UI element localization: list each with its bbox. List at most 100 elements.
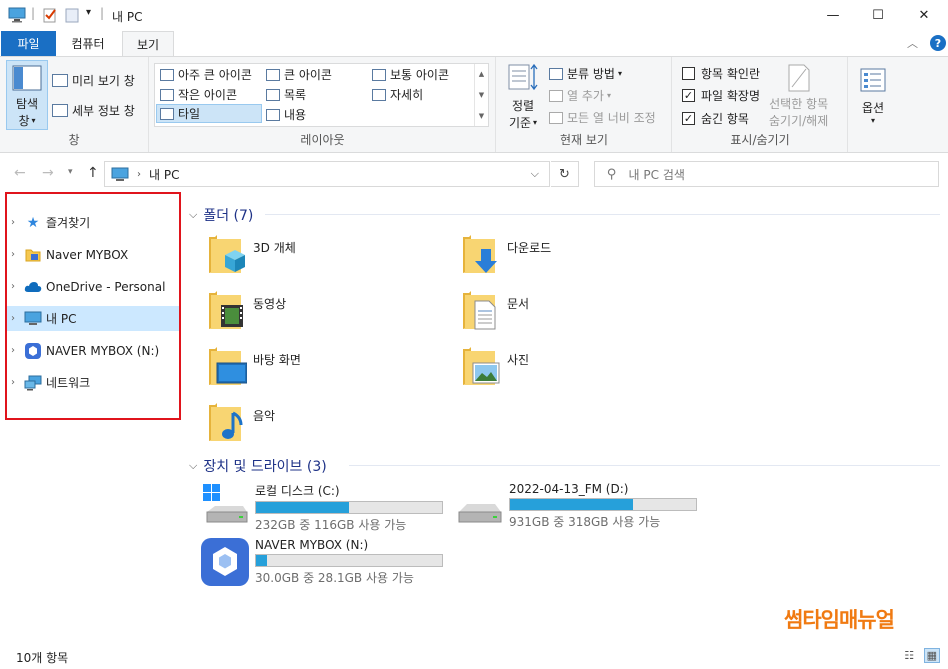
size-columns-icon [549,111,563,124]
chevron-right-icon[interactable]: › [6,249,20,260]
layout-scroll[interactable]: ▲ ▼ ▼ [474,64,488,126]
view-toggles: ☷ ▦ [904,648,940,663]
layout-large-icons[interactable]: 큰 아이콘 [263,65,335,84]
checkbox-checked-icon[interactable]: ✓ [682,112,695,125]
large-icons-view-icon[interactable]: ▦ [923,648,940,663]
minimize-button[interactable]: — [810,0,856,31]
chevron-right-icon[interactable]: › [6,217,20,228]
qat-dropdown-icon[interactable]: ▾ [86,7,91,18]
chevron-down-icon[interactable]: ⌵ [189,208,197,222]
item-checkboxes-toggle[interactable]: 항목 확인란 [682,65,760,82]
recent-locations-icon[interactable]: ▾ [68,167,73,177]
mybox-drive-icon [201,538,249,586]
folder-pictures[interactable]: 사진 [461,345,529,387]
add-columns-button[interactable]: 열 추가 ▾ [549,87,611,104]
folder-music[interactable]: 음악 [207,401,275,443]
help-button[interactable]: ? [930,35,946,51]
properties-icon[interactable] [42,7,58,26]
new-folder-icon[interactable] [64,7,80,26]
breadcrumb[interactable]: 내 PC [149,166,179,183]
chevron-down-icon: ▾ [31,116,36,125]
chevron-right-icon[interactable]: › [6,281,20,292]
chevron-down-icon: ▾ [606,91,611,100]
ribbon-collapse-icon[interactable]: ︿ [907,35,918,51]
sort-by-button[interactable]: 정렬 기준 ▾ [503,63,543,131]
layout-medium-icons[interactable]: 보통 아이콘 [369,65,452,84]
preview-pane-button[interactable]: 미리 보기 창 [52,72,135,89]
qat-separator: | [100,6,105,20]
nav-item-onedrive[interactable]: › OneDrive - Personal [6,274,179,299]
hide-selected-button[interactable]: 선택한 항목 숨기기/해제 [769,63,828,129]
folders-section-header[interactable]: ⌵ 폴더 (7) [189,205,253,225]
forward-arrow-icon[interactable]: → [42,165,54,181]
options-icon [860,68,886,92]
nav-item-network[interactable]: › 네트워크 [6,370,179,395]
layout-tiles[interactable]: 타일 [156,104,262,123]
drives-section-header[interactable]: ⌵ 장치 및 드라이브 (3) [189,456,327,476]
details-view-icon[interactable]: ☷ [904,649,914,662]
drive-c[interactable]: 로컬 디스크 (C:) 232GB 중 116GB 사용 가능 [201,482,443,533]
folder-documents[interactable]: 문서 [461,289,529,331]
drive-usage-fill [256,502,349,513]
address-input[interactable]: › 내 PC ⌵ [104,161,550,187]
drive-n[interactable]: NAVER MYBOX (N:) 30.0GB 중 28.1GB 사용 가능 [201,538,443,586]
nav-item-quick-access[interactable]: › ★ 즐겨찾기 [6,210,179,235]
computer-icon[interactable] [8,7,26,26]
drive-d[interactable]: 2022-04-13_FM (D:) 931GB 중 318GB 사용 가능 [455,482,697,530]
details-pane-icon [52,104,68,117]
layout-details[interactable]: 자세히 [369,85,426,104]
folder-desktop[interactable]: 바탕 화면 [207,345,301,387]
address-dropdown-icon[interactable]: ⌵ [531,167,539,181]
refresh-button[interactable]: ↻ [551,161,579,187]
expand-gallery-icon[interactable]: ▼ [479,112,484,120]
nav-item-naver-mybox-drive[interactable]: › NAVER MYBOX (N:) [6,338,179,363]
show-hide-group: 항목 확인란 ✓ 파일 확장명 ✓ 숨긴 항목 선택한 항목 숨기기/해제 표시… [673,57,848,152]
folder-videos[interactable]: 동영상 [207,289,286,331]
videos-folder-icon [207,289,247,331]
tiles-icon [160,107,174,120]
layout-small-icons[interactable]: 작은 아이콘 [157,85,240,104]
computer-icon [24,311,42,327]
close-button[interactable]: ✕ [901,0,947,31]
chevron-down-icon[interactable]: ⌵ [189,459,197,473]
chevron-right-icon[interactable]: › [6,345,20,356]
options-button[interactable]: 옵션 ▾ [855,67,891,125]
sort-by-label1: 정렬 [511,99,535,113]
tab-computer[interactable]: 컴퓨터 [57,31,119,56]
chevron-right-icon[interactable]: › [6,313,20,324]
music-folder-icon [207,401,247,443]
pane-group: 탐색 창 ▾ 미리 보기 창 세부 정보 창 창 [0,57,149,152]
hard-drive-icon [455,482,503,530]
scroll-down-icon[interactable]: ▼ [479,91,484,99]
layout-list[interactable]: 목록 [263,85,309,104]
nav-item-naver-mybox[interactable]: › Naver MYBOX [6,242,179,267]
current-view-group-label: 현재 보기 [560,133,608,147]
small-icons-icon [160,88,174,101]
nav-item-label: 네트워크 [46,376,91,390]
search-input[interactable]: ⚲ 내 PC 검색 [594,161,939,187]
tab-view[interactable]: 보기 [122,31,174,57]
checkbox-checked-icon[interactable]: ✓ [682,89,695,102]
search-placeholder: 내 PC 검색 [628,167,685,182]
scroll-up-icon[interactable]: ▲ [479,70,484,78]
nav-item-this-pc[interactable]: › 내 PC [6,306,179,331]
size-all-columns-button[interactable]: 모든 열 너비 조정 [549,109,656,126]
watermark-logo: 썸타임매뉴얼 [784,608,895,632]
up-arrow-icon[interactable]: ↑ [87,165,99,181]
hidden-items-toggle[interactable]: ✓ 숨긴 항목 [682,110,749,127]
file-extensions-toggle[interactable]: ✓ 파일 확장명 [682,87,760,104]
layout-extra-large-icons[interactable]: 아주 큰 아이콘 [157,65,255,84]
group-by-button[interactable]: 분류 방법 ▾ [549,65,622,82]
folder-3d-objects[interactable]: 3D 개체 [207,233,296,275]
navigation-pane-button[interactable]: 탐색 창 ▾ [6,60,48,130]
maximize-button[interactable]: ☐ [855,0,901,31]
back-arrow-icon[interactable]: ← [14,165,26,181]
folder-downloads[interactable]: 다운로드 [461,233,551,275]
details-pane-button[interactable]: 세부 정보 창 [52,102,135,119]
tab-file[interactable]: 파일 [1,31,56,56]
layout-content[interactable]: 내용 [263,105,309,124]
layout-group-label: 레이아웃 [300,133,345,147]
status-bar: 10개 항목 ☷ ▦ [0,640,948,669]
chevron-right-icon[interactable]: › [6,377,20,388]
checkbox-unchecked[interactable] [682,67,695,80]
